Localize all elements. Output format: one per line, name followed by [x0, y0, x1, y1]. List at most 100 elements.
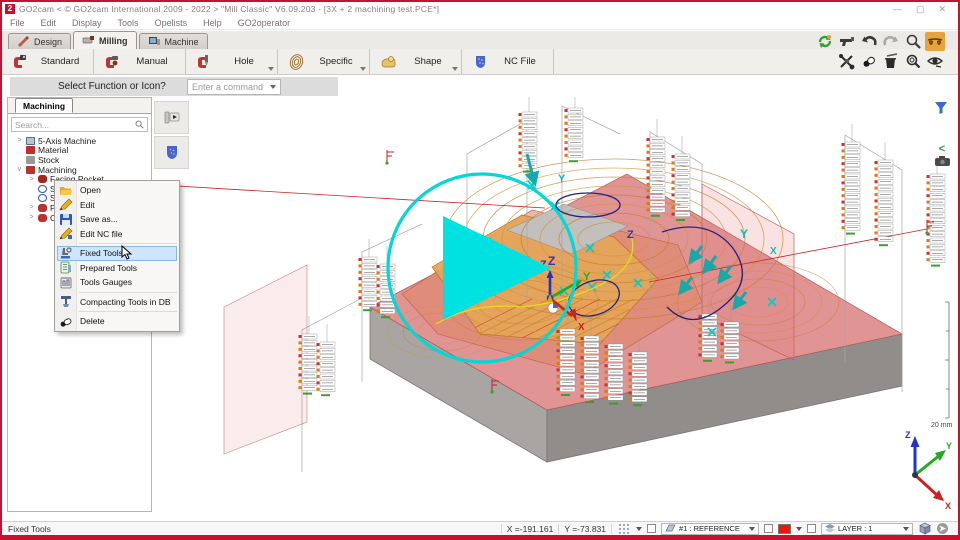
simulation-panel-button[interactable]: [154, 101, 189, 134]
tab-design[interactable]: Design: [8, 33, 71, 49]
tree-item-machine[interactable]: >5-Axis Machine: [8, 136, 151, 146]
nc-file-button[interactable]: NC File: [462, 49, 554, 74]
analysis-tools-icon[interactable]: [837, 52, 857, 71]
window-title: GO2cam < © GO2cam International 2009 - 2…: [19, 4, 439, 14]
menu-item-open[interactable]: Open: [55, 183, 179, 198]
machine-node-icon: [26, 137, 35, 145]
menu-file[interactable]: File: [10, 18, 25, 28]
delete-eraser-icon: [59, 315, 73, 328]
shape-icon: [380, 54, 397, 70]
context-menu: Open Edit Save as... Edit NC file Fixed …: [54, 180, 180, 332]
delete-elements-icon[interactable]: [881, 52, 901, 71]
minimize-button[interactable]: —: [893, 4, 902, 15]
overlay-letter: Z: [548, 254, 555, 268]
specific-button[interactable]: Specific: [278, 49, 370, 74]
mouse-cursor: [121, 245, 133, 261]
origin-x-label: X: [578, 322, 585, 333]
edit-pencil-icon: [59, 198, 73, 211]
layer-combobox[interactable]: LAYER : 1: [821, 523, 913, 535]
glasses-icon[interactable]: [925, 32, 945, 51]
tab-design-label: Design: [34, 37, 62, 47]
chevron-down-icon: [270, 85, 276, 89]
color-checkbox[interactable]: [764, 524, 773, 533]
visibility-eye-icon[interactable]: [925, 52, 945, 71]
menu-opelists[interactable]: Opelists: [155, 18, 188, 28]
menu-item-save-as[interactable]: Save as...: [55, 212, 179, 227]
contouring-icon: [38, 214, 47, 222]
grid-dropdown-caret[interactable]: [636, 527, 642, 531]
redo-icon[interactable]: [881, 32, 901, 51]
menu-item-delete[interactable]: Delete: [55, 314, 179, 329]
tab-milling[interactable]: Milling: [73, 31, 137, 49]
nc-file-label: NC File: [497, 56, 543, 67]
display-icon-row: [837, 52, 945, 71]
reference-plane-combobox[interactable]: #1 : REFERENCE: [661, 523, 759, 535]
menu-item-edit[interactable]: Edit: [55, 198, 179, 213]
menu-item-prepared-tools[interactable]: Prepared Tools: [55, 261, 179, 276]
capture-icon[interactable]: [935, 156, 950, 166]
shape-dropdown-caret[interactable]: [452, 67, 458, 71]
tab-machine[interactable]: Machine: [139, 33, 208, 49]
command-prompt-label: Select Function or Icon?: [58, 81, 166, 92]
eraser-icon[interactable]: [859, 52, 879, 71]
tree-item-material[interactable]: Material: [8, 146, 151, 156]
hole-button[interactable]: Hole: [186, 49, 278, 74]
manual-button[interactable]: Manual: [94, 49, 186, 74]
menu-item-fixed-tools[interactable]: Fixed Tools: [57, 246, 177, 261]
viewport-scene: Y Z Z Y X Z Y X: [152, 97, 955, 525]
menu-item-compacting-tools[interactable]: Compacting Tools in DB: [55, 295, 179, 310]
measure-tool-icon[interactable]: [837, 32, 857, 51]
menu-item-edit-nc-file[interactable]: Edit NC file: [55, 227, 179, 242]
view-cube-icon[interactable]: [918, 522, 932, 535]
undo-icon[interactable]: [859, 32, 879, 51]
world-z-label: Z: [905, 430, 911, 440]
stock-icon: [26, 156, 35, 164]
y-coordinate: Y =-73.831: [564, 524, 606, 534]
standard-button[interactable]: Standard: [2, 49, 94, 74]
current-color-swatch[interactable]: [778, 524, 791, 534]
zoom-window-icon[interactable]: [903, 52, 923, 71]
origin-y-label: Y: [583, 271, 591, 283]
collapse-chevron-icon[interactable]: <: [935, 143, 949, 155]
shape-button[interactable]: Shape: [370, 49, 462, 74]
hole-tool-icon: [196, 54, 213, 70]
plane-checkbox[interactable]: [647, 524, 656, 533]
menu-separator: [79, 311, 177, 312]
tree-item-machining[interactable]: vMachining: [8, 165, 151, 175]
spot-drill-icon: [38, 194, 47, 202]
search-placeholder: Search...: [15, 120, 135, 130]
shield-icon: [165, 145, 179, 160]
panel-tab-machining[interactable]: Machining: [15, 98, 73, 113]
menu-display[interactable]: Display: [72, 18, 102, 28]
x-coordinate: X =-191.161: [507, 524, 554, 534]
specific-dropdown-caret[interactable]: [360, 67, 366, 71]
maximize-button[interactable]: ▢: [916, 4, 925, 15]
help-icon[interactable]: ➤: [937, 523, 948, 534]
pocketing-icon: [38, 204, 47, 212]
title-bar: 2 GO2cam < © GO2cam International 2009 -…: [2, 2, 958, 16]
nc-panel-button[interactable]: [154, 136, 189, 169]
milling-toolbar: Standard Manual Hole Specific Shape NC F…: [2, 49, 958, 75]
menu-go2operator[interactable]: GO2operator: [238, 18, 291, 28]
close-button[interactable]: ✕: [938, 4, 946, 15]
view-icon-row: [815, 32, 945, 51]
menu-tools[interactable]: Tools: [118, 18, 139, 28]
standard-tool-icon: [12, 54, 29, 70]
hole-dropdown-caret[interactable]: [268, 67, 274, 71]
material-icon: [26, 146, 35, 154]
tree-item-stock[interactable]: Stock: [8, 155, 151, 165]
menu-item-tools-gauges[interactable]: Tools Gauges: [55, 275, 179, 290]
grid-icon[interactable]: [617, 522, 631, 535]
search-input[interactable]: Search...: [11, 117, 148, 132]
specific-icon: [288, 54, 305, 70]
command-combobox[interactable]: Enter a command: [187, 79, 281, 95]
menu-edit[interactable]: Edit: [41, 18, 57, 28]
layer-value: LAYER : 1: [838, 524, 900, 533]
zoom-icon[interactable]: [903, 32, 923, 51]
layer-checkbox[interactable]: [807, 524, 816, 533]
command-combobox-placeholder: Enter a command: [192, 82, 270, 92]
regenerate-icon[interactable]: [815, 32, 835, 51]
menu-help[interactable]: Help: [203, 18, 222, 28]
filter-funnel-icon[interactable]: [932, 99, 950, 117]
color-dropdown-caret[interactable]: [796, 527, 802, 531]
